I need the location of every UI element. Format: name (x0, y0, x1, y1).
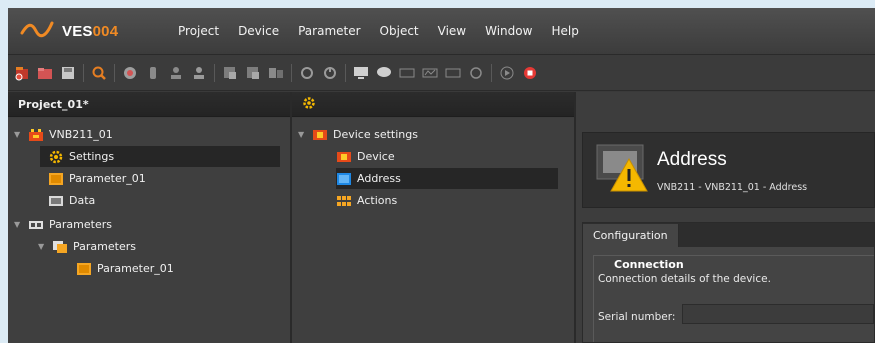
tree-item-label: Actions (357, 194, 398, 207)
detail-title: Address (657, 149, 727, 170)
detail-header: Address VNB211 - VNB211_01 - Address (582, 132, 875, 208)
logo-wave-icon (20, 21, 54, 38)
monitor-icon[interactable] (353, 65, 369, 81)
menu-help[interactable]: Help (551, 24, 578, 38)
tree-item-device-settings[interactable]: ▼ Device settings (298, 124, 418, 145)
serial-number-input[interactable] (682, 304, 874, 324)
tree-item-address[interactable]: Address (336, 168, 558, 189)
tree-item-label: Parameter_01 (97, 262, 174, 275)
tree-item-label: Device settings (333, 128, 418, 141)
expand-arrow-icon[interactable]: ▼ (38, 242, 48, 251)
serial-number-label: Serial number: (598, 311, 676, 323)
connection-group-description: Connection details of the device. (598, 273, 771, 285)
device-icon (336, 150, 352, 164)
export-icon[interactable] (222, 65, 238, 81)
download-icon[interactable] (191, 65, 207, 81)
parameters-icon (28, 218, 44, 232)
tree-item-label: Parameters (73, 240, 136, 253)
expand-arrow-icon[interactable]: ▼ (14, 220, 24, 229)
tree-item-parameters-folder[interactable]: ▼ Parameters (38, 236, 136, 257)
chat-icon[interactable] (376, 65, 392, 81)
upload-icon[interactable] (168, 65, 184, 81)
expand-arrow-icon[interactable]: ▼ (14, 130, 24, 139)
tree-item-actions[interactable]: Actions (336, 190, 397, 211)
toolbar-separator (83, 63, 84, 82)
tree-item-parameters-item[interactable]: Parameter_01 (76, 258, 174, 279)
project-panel: Project_01* ▼ VNB211_01 Settings Paramet… (8, 92, 292, 343)
tree-item-label: VNB211_01 (49, 128, 113, 141)
expand-arrow-icon[interactable]: ▼ (298, 130, 308, 139)
toolbar-separator (491, 63, 492, 82)
address-warning-icon (595, 143, 651, 196)
toolbar (8, 55, 875, 91)
settings-tree: ▼ Device settings Device Address Actions (292, 118, 574, 343)
import-icon[interactable] (245, 65, 261, 81)
toolbar-separator (345, 63, 346, 82)
actions-icon (336, 194, 352, 208)
menu-window[interactable]: Window (485, 24, 532, 38)
app-logo: VES004 (20, 18, 118, 44)
signal-icon[interactable] (422, 65, 438, 81)
record-icon[interactable] (468, 65, 484, 81)
connection-group-title: Connection (614, 258, 684, 271)
configuration-panel: Configuration Connection Connection deta… (582, 222, 875, 343)
project-tree: ▼ VNB211_01 Settings Parameter_01 Data ▼… (8, 118, 290, 343)
menu-device[interactable]: Device (238, 24, 279, 38)
gear-icon (48, 150, 64, 164)
tree-item-device[interactable]: Device (336, 146, 395, 167)
io2-icon[interactable] (445, 65, 461, 81)
new-project-icon[interactable] (14, 65, 30, 81)
menu-parameter[interactable]: Parameter (298, 24, 360, 38)
tree-item-label: Data (69, 194, 96, 207)
compare-icon[interactable] (268, 65, 284, 81)
connection-group: Connection Connection details of the dev… (593, 255, 874, 342)
reset-icon[interactable] (322, 65, 338, 81)
play-icon[interactable] (499, 65, 515, 81)
logo-text: VES004 (62, 22, 119, 40)
tab-configuration[interactable]: Configuration (583, 224, 679, 247)
menu-project[interactable]: Project (178, 24, 219, 38)
app-window: VES004 Project Device Parameter Object V… (8, 8, 875, 343)
stop-icon[interactable] (522, 65, 538, 81)
connect-icon[interactable] (122, 65, 138, 81)
project-panel-title: Project_01* (8, 92, 290, 117)
io-icon[interactable] (399, 65, 415, 81)
tree-item-label: Parameter_01 (69, 172, 146, 185)
menu-bar: VES004 Project Device Parameter Object V… (8, 8, 875, 55)
disconnect-icon[interactable] (145, 65, 161, 81)
menu-view[interactable]: View (438, 24, 466, 38)
tree-item-settings[interactable]: Settings (40, 146, 280, 167)
tree-item-parameters-root[interactable]: ▼ Parameters (14, 214, 112, 235)
tree-item-data[interactable]: Data (48, 190, 95, 211)
tree-item-label: Parameters (49, 218, 112, 231)
settings-panel: ▼ Device settings Device Address Actions (292, 92, 576, 343)
settings-panel-header (292, 92, 574, 117)
data-icon (48, 194, 64, 208)
open-icon[interactable] (37, 65, 53, 81)
refresh-icon[interactable] (299, 65, 315, 81)
tree-item-label: Device (357, 150, 395, 163)
tree-item-label: Address (357, 172, 401, 185)
parameter-file-icon (48, 172, 64, 186)
tree-item-label: Settings (69, 150, 115, 163)
detail-subtitle: VNB211 - VNB211_01 - Address (657, 182, 808, 193)
menu-object[interactable]: Object (380, 24, 419, 38)
search-icon[interactable] (91, 65, 107, 81)
device-settings-icon (312, 128, 328, 142)
toolbar-separator (114, 63, 115, 82)
parameters-folder-icon (52, 240, 68, 254)
address-icon (336, 172, 352, 186)
toolbar-separator (214, 63, 215, 82)
save-icon[interactable] (60, 65, 76, 81)
parameter-file-icon (76, 262, 92, 276)
toolbar-separator (291, 63, 292, 82)
configuration-tabs: Configuration (583, 223, 874, 247)
gear-icon (302, 96, 316, 113)
main-menu: Project Device Parameter Object View Win… (178, 8, 598, 54)
tree-item-parameter[interactable]: Parameter_01 (48, 168, 146, 189)
tree-item-device[interactable]: ▼ VNB211_01 (14, 124, 113, 145)
detail-panel: Address VNB211 - VNB211_01 - Address Con… (576, 92, 875, 343)
device-icon (28, 128, 44, 142)
